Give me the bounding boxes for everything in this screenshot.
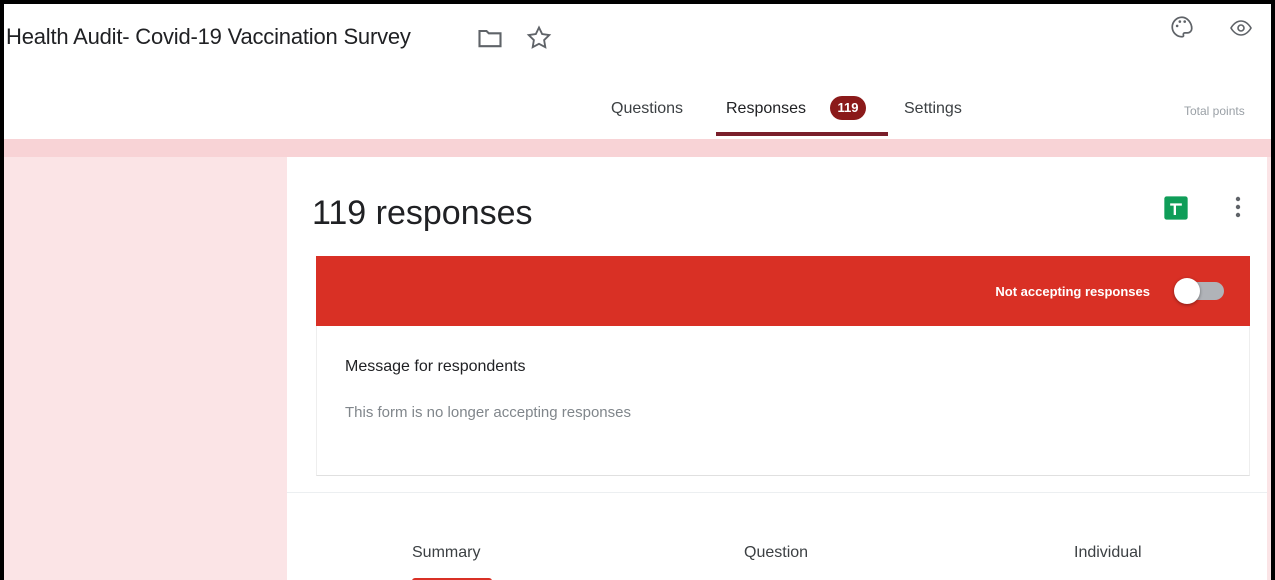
eye-icon[interactable] (1228, 16, 1254, 40)
responses-count-badge: 119 (830, 96, 866, 120)
active-tab-indicator (716, 132, 888, 136)
form-title[interactable]: Health Audit- Covid-19 Vaccination Surve… (6, 24, 411, 50)
respondent-message-box: Message for respondents This form is no … (316, 326, 1250, 476)
header: Health Audit- Covid-19 Vaccination Surve… (4, 4, 1271, 139)
tab-question[interactable]: Question (744, 544, 808, 562)
tab-summary[interactable]: Summary (412, 544, 480, 562)
tab-settings[interactable]: Settings (904, 100, 962, 118)
more-vert-icon[interactable] (1228, 192, 1248, 222)
tab-responses[interactable]: Responses (726, 100, 806, 118)
main-tabs: Questions Responses 119 Settings (4, 96, 1271, 140)
background-band (4, 139, 1271, 157)
responses-title: 119 responses (312, 194, 533, 232)
folder-icon[interactable] (476, 24, 504, 52)
section-divider (287, 492, 1267, 493)
accepting-responses-toggle[interactable] (1174, 278, 1224, 304)
star-icon[interactable] (525, 24, 553, 52)
not-accepting-banner: Not accepting responses (316, 256, 1250, 326)
palette-icon[interactable] (1169, 14, 1195, 40)
message-input[interactable]: This form is no longer accepting respons… (345, 404, 631, 421)
app-window: Health Audit- Covid-19 Vaccination Surve… (4, 4, 1271, 580)
toggle-knob (1174, 278, 1200, 304)
message-label: Message for respondents (345, 358, 526, 375)
sheets-icon[interactable] (1162, 194, 1190, 222)
total-points-label: Total points (1184, 104, 1245, 118)
tab-questions[interactable]: Questions (611, 100, 683, 118)
tab-individual[interactable]: Individual (1074, 544, 1142, 562)
accepting-responses-label: Not accepting responses (995, 284, 1150, 299)
